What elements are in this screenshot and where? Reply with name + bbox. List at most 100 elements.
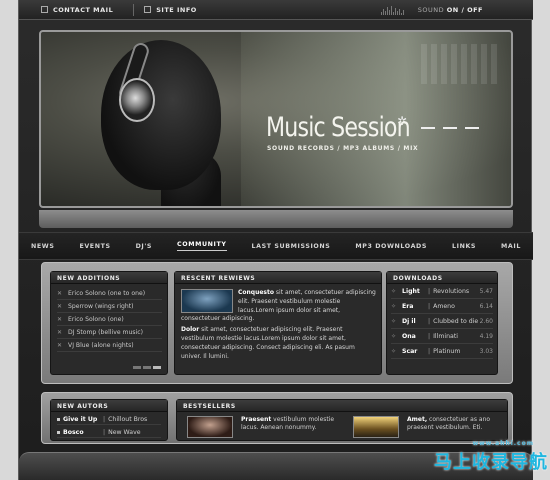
list-item[interactable]: ✕ VJ Blue (alone nights) — [57, 339, 162, 352]
review-thumbnail[interactable] — [181, 289, 233, 313]
page-frame: CONTACT MAIL SITE INFO SOUND ON / OFF ✲ … — [18, 0, 533, 480]
bestsellers-title: BESTSELLERS — [177, 400, 507, 412]
table-row[interactable]: ✧ Dj il | Clubbed to die 2.60 — [391, 314, 493, 329]
review-text-2: sit amet, consectetuer adipiscing elit. … — [181, 326, 355, 360]
download-price: 3.03 — [479, 347, 493, 355]
list-item-label: DJ Stomp (bellive music) — [68, 328, 143, 336]
table-row[interactable]: ✧ Scar | Platinum 3.03 — [391, 344, 493, 359]
recent-reviews-title: RESCENT REWIEWS — [175, 272, 381, 284]
downloads-box: DOWNLOADS ✧ Light | Revolutions 5.47 ✧ Era | Am… — [386, 271, 498, 375]
top-separator — [133, 3, 135, 16]
site-info-link[interactable]: SITE INFO — [144, 6, 197, 14]
star-icon: ✧ — [391, 332, 397, 340]
star-icon: ✧ — [391, 347, 397, 355]
hero-banner: ✲ Music Session SOUND RECORDS / MP3 ALBU… — [39, 30, 513, 208]
nav-mail[interactable]: MAIL — [501, 243, 521, 250]
bestseller-name-2: Amet, — [407, 416, 428, 423]
hero-grid-decoration — [421, 44, 501, 84]
headphone-icon — [119, 78, 155, 122]
nav-last-submissions[interactable]: LAST SUBMISSIONS — [252, 243, 331, 250]
divider: | — [103, 428, 106, 436]
hero-dashes — [421, 127, 479, 129]
sound-toggle[interactable]: SOUND ON / OFF — [418, 6, 483, 14]
autor-name: Give it Up — [63, 415, 98, 423]
list-item[interactable]: ✕ DJ Stomp (bellive music) — [57, 326, 162, 339]
top-bar: CONTACT MAIL SITE INFO SOUND ON / OFF — [19, 0, 533, 20]
download-price: 4.19 — [479, 332, 493, 340]
table-row[interactable]: Bosco | New Wave — [57, 427, 161, 438]
pager[interactable] — [133, 366, 161, 369]
nav-mp3-downloads[interactable]: MP3 DOWNLOADS — [355, 243, 427, 250]
download-artist: Dj il — [402, 317, 416, 325]
info-icon — [144, 6, 152, 13]
download-album: Revolutions — [433, 287, 470, 295]
close-icon: ✕ — [57, 315, 63, 323]
download-price: 6.14 — [479, 302, 493, 310]
review-name-2[interactable]: Dolor — [181, 326, 199, 333]
new-autors-title: NEW AUTORS — [51, 400, 167, 412]
bullet-icon — [57, 430, 60, 434]
review-entry: Conquesto sit amet, consectetuer adipisc… — [175, 284, 381, 361]
divider: | — [428, 317, 431, 325]
download-artist: Ona — [402, 332, 416, 340]
hero-subtitle: SOUND RECORDS / MP3 ALBUMS / MIX — [267, 145, 419, 152]
download-album: Clubbed to die — [433, 317, 479, 325]
download-album: Illminati — [433, 332, 458, 340]
recent-reviews-box: RESCENT REWIEWS Conquesto sit amet, cons… — [174, 271, 382, 375]
bestseller-thumbnail[interactable] — [187, 416, 233, 438]
autor-album: Chillout Bros — [108, 415, 148, 423]
nav-links[interactable]: LINKS — [452, 243, 476, 250]
table-row[interactable]: ✧ Era | Ameno 6.14 — [391, 299, 493, 314]
contact-mail-label: CONTACT MAIL — [53, 5, 114, 14]
watermark-text: 马上收录导航 — [434, 452, 548, 473]
site-info-label: SITE INFO — [156, 5, 197, 14]
list-item[interactable]: ✕ Erico Solono (one to one) — [57, 287, 162, 300]
equalizer-icon — [380, 5, 404, 15]
mail-icon — [41, 6, 48, 13]
star-icon: ✧ — [391, 317, 397, 325]
table-row[interactable]: ✧ Ona | Illminati 4.19 — [391, 329, 493, 344]
star-icon: ✧ — [391, 287, 397, 295]
download-price: 5.47 — [479, 287, 493, 295]
divider: | — [428, 287, 431, 295]
download-album: Ameno — [433, 302, 455, 310]
contact-mail-link[interactable]: CONTACT MAIL — [41, 6, 113, 14]
divider: | — [428, 302, 431, 310]
download-artist: Scar — [402, 347, 418, 355]
new-autors-box: NEW AUTORS Give it Up | Chillout Bros Bosc… — [50, 399, 168, 441]
bestsellers-box: BESTSELLERS Praesent vestibulum molestie… — [176, 399, 508, 441]
download-album: Platinum — [433, 347, 461, 355]
new-additions-box: NEW ADDITIONS ✕ Erico Solono (one to one)… — [50, 271, 168, 375]
close-icon: ✕ — [57, 341, 63, 349]
sound-state: ON / OFF — [446, 5, 483, 14]
bullet-icon — [57, 417, 60, 421]
autor-album: New Wave — [108, 428, 141, 436]
nav-events[interactable]: EVENTS — [79, 243, 110, 250]
hero-figure-head — [101, 40, 221, 190]
close-icon: ✕ — [57, 302, 63, 310]
nav-news[interactable]: NEWS — [31, 243, 54, 250]
bestseller-item[interactable]: Praesent vestibulum molestie lacus. Aene… — [187, 416, 347, 438]
star-icon: ✧ — [391, 302, 397, 310]
list-item-label: Erico Solono (one to one) — [68, 289, 146, 297]
sound-label: SOUND — [417, 5, 445, 14]
bestseller-thumbnail[interactable] — [353, 416, 399, 438]
download-artist: Era — [402, 302, 414, 310]
nav-djs[interactable]: DJ'S — [136, 243, 152, 250]
table-row[interactable]: ✧ Light | Revolutions 5.47 — [391, 284, 493, 299]
divider: | — [428, 332, 431, 340]
bottom-panel: NEW AUTORS Give it Up | Chillout Bros Bosc… — [41, 392, 513, 444]
bestseller-item[interactable]: Amet, consectetuer as ano praesent vesti… — [353, 416, 503, 438]
list-item-label: Erico Solono (one) — [68, 315, 124, 323]
bestseller-name-1: Praesent — [241, 416, 272, 423]
table-row[interactable]: Give it Up | Chillout Bros — [57, 414, 161, 425]
list-item[interactable]: ✕ Erico Solono (one) — [57, 313, 162, 326]
list-item[interactable]: ✕ Sperrow (wings right) — [57, 300, 162, 313]
nav-community[interactable]: COMMUNITY — [177, 241, 227, 251]
close-icon: ✕ — [57, 328, 63, 336]
list-item-label: Sperrow (wings right) — [68, 302, 134, 310]
watermark-url: www.ahhi.com — [472, 440, 534, 447]
new-additions-title: NEW ADDITIONS — [51, 272, 167, 284]
review-name-1[interactable]: Conquesto — [238, 289, 274, 296]
download-price: 2.60 — [479, 317, 493, 325]
